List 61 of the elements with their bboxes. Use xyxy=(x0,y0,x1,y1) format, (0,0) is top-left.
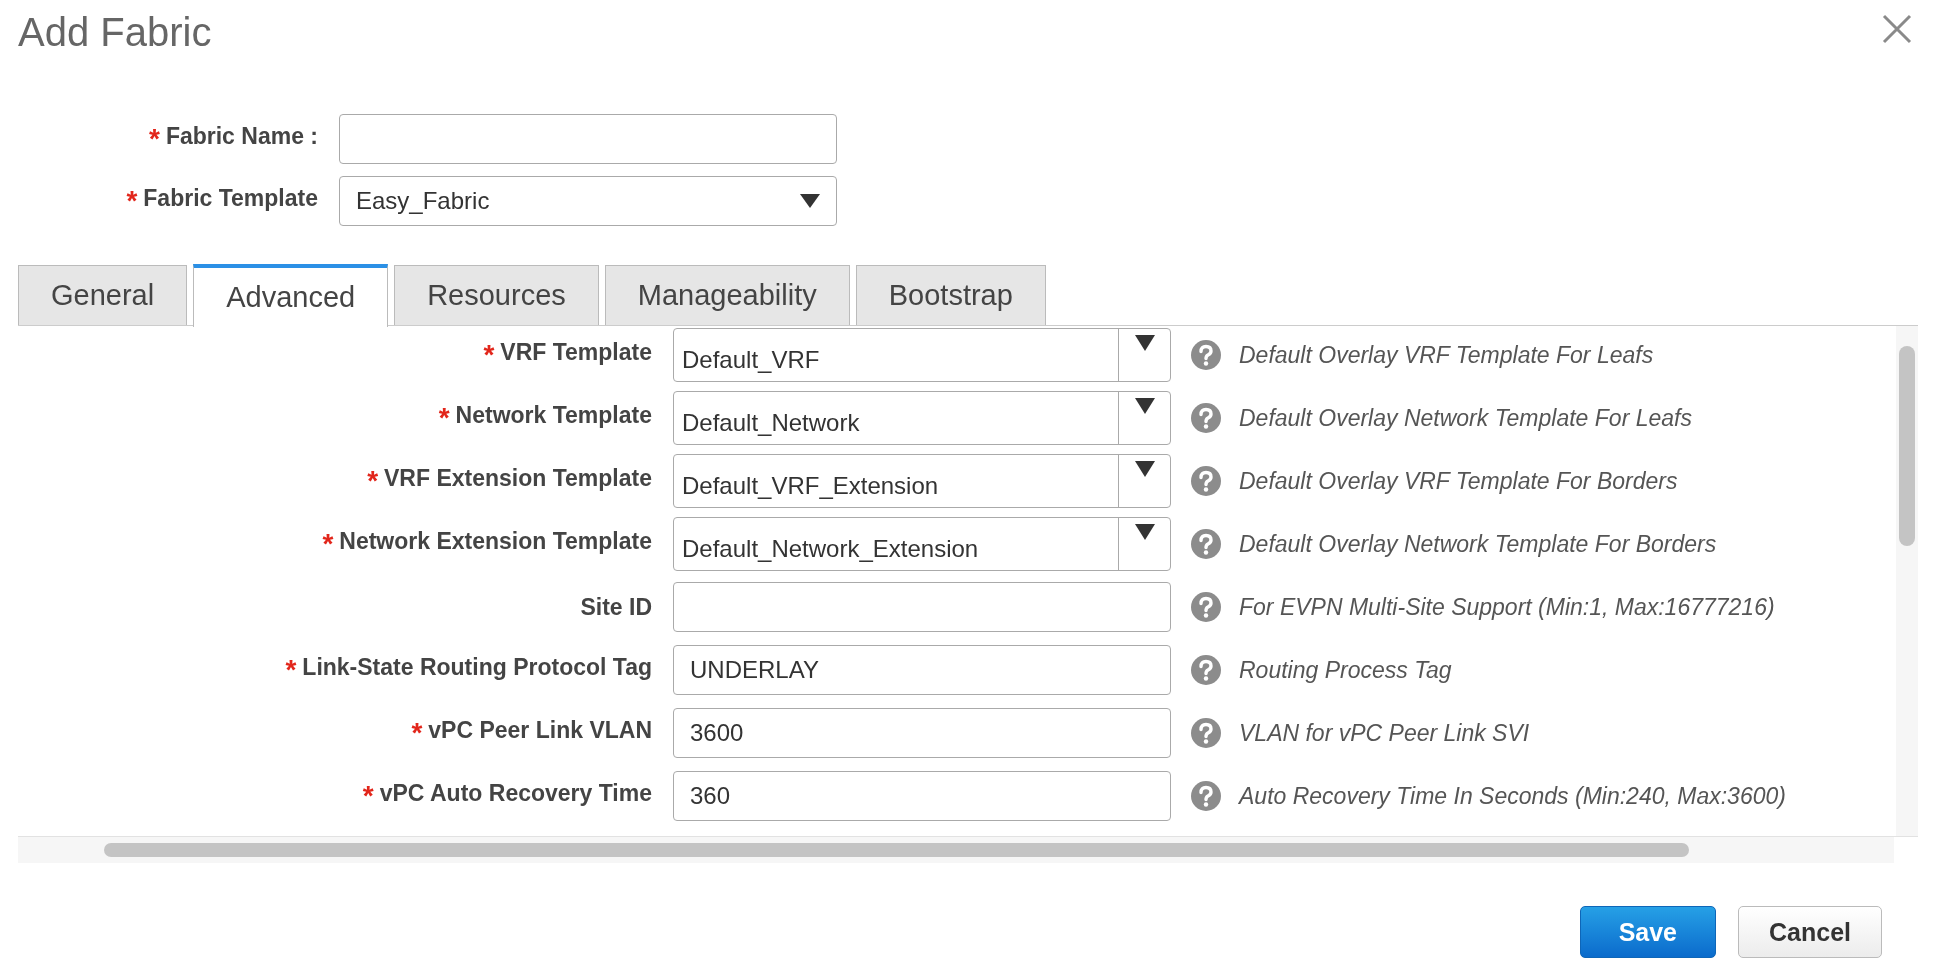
dropdown-caret-icon xyxy=(1134,524,1155,540)
field-label: Network Template xyxy=(455,402,652,428)
required-asterisk: * xyxy=(322,528,334,559)
dialog-title: Add Fabric xyxy=(18,12,212,52)
vertical-scrollbar[interactable] xyxy=(1896,326,1918,836)
save-button[interactable]: Save xyxy=(1579,906,1716,958)
field-label: Fabric Template xyxy=(143,185,318,211)
dropdown-caret-icon xyxy=(800,194,820,208)
tab[interactable]: Resources xyxy=(394,265,599,325)
template-dropdown[interactable]: Easy_Fabric xyxy=(339,176,837,226)
dropdown-caret-icon xyxy=(1134,461,1155,477)
required-asterisk: * xyxy=(126,185,138,216)
help-icon[interactable] xyxy=(1191,529,1221,559)
template-dropdown[interactable]: Default_VRF xyxy=(673,328,1171,382)
name-input-field[interactable] xyxy=(339,114,837,164)
required-asterisk: * xyxy=(438,402,450,433)
required-asterisk: * xyxy=(483,339,495,370)
help-icon[interactable] xyxy=(1191,340,1221,370)
help-text: Auto Recovery Time In Seconds (Min:240, Max:3600) xyxy=(1239,782,1786,810)
field-label: Site ID xyxy=(580,593,652,620)
required-asterisk: * xyxy=(411,717,423,748)
help-text: Default Overlay Network Template For Leafs xyxy=(1239,404,1692,432)
help-icon[interactable] xyxy=(1191,466,1221,496)
cancel-button[interactable]: Cancel xyxy=(1738,906,1882,958)
help-icon[interactable] xyxy=(1191,718,1221,748)
horizontal-scrollbar[interactable] xyxy=(18,837,1894,863)
dropdown-caret-icon xyxy=(1134,335,1155,351)
help-text: For EVPN Multi-Site Support (Min:1, Max:16777216) xyxy=(1239,593,1775,621)
help-icon[interactable] xyxy=(1191,781,1221,811)
template-dropdown[interactable]: Default_Network xyxy=(673,391,1171,445)
help-text: Default Overlay VRF Template For Borders xyxy=(1239,467,1678,495)
tab[interactable]: Bootstrap xyxy=(855,265,1046,325)
help-text: Default Overlay Network Template For Borders xyxy=(1239,530,1717,558)
field-label: Network Extension Template xyxy=(339,528,652,554)
field-label: Fabric Name : xyxy=(165,123,318,149)
field-label: VRF Extension Template xyxy=(384,465,652,491)
required-asterisk: * xyxy=(149,123,160,154)
tab[interactable]: Advanced xyxy=(193,264,389,327)
field-label: vPC Peer Link VLAN xyxy=(428,717,652,743)
help-icon[interactable] xyxy=(1191,655,1221,685)
required-asterisk: * xyxy=(285,654,297,685)
template-dropdown[interactable]: Default_VRF_Extension xyxy=(673,454,1171,508)
input-field[interactable]: UNDERLAY xyxy=(673,645,1171,695)
required-asterisk: * xyxy=(362,780,374,811)
help-text: VLAN for vPC Peer Link SVI xyxy=(1239,719,1530,747)
input-field[interactable] xyxy=(673,582,1171,632)
help-text: Default Overlay VRF Template For Leafs xyxy=(1239,341,1654,369)
help-icon[interactable] xyxy=(1191,403,1221,433)
tab[interactable]: Manageability xyxy=(604,265,850,325)
field-label: VRF Template xyxy=(500,339,652,365)
template-dropdown[interactable]: Default_Network_Extension xyxy=(673,517,1171,571)
dropdown-caret-icon xyxy=(1134,398,1155,414)
required-asterisk: * xyxy=(367,465,379,496)
input-field[interactable]: 360 xyxy=(673,771,1171,821)
help-text: Routing Process Tag xyxy=(1239,656,1452,684)
field-label: Link-State Routing Protocol Tag xyxy=(302,654,652,680)
help-icon[interactable] xyxy=(1191,592,1221,622)
close-icon[interactable] xyxy=(1882,14,1912,44)
input-field[interactable]: 3600 xyxy=(673,708,1171,758)
tab[interactable]: General xyxy=(18,265,188,325)
field-label: vPC Auto Recovery Time xyxy=(379,780,652,806)
